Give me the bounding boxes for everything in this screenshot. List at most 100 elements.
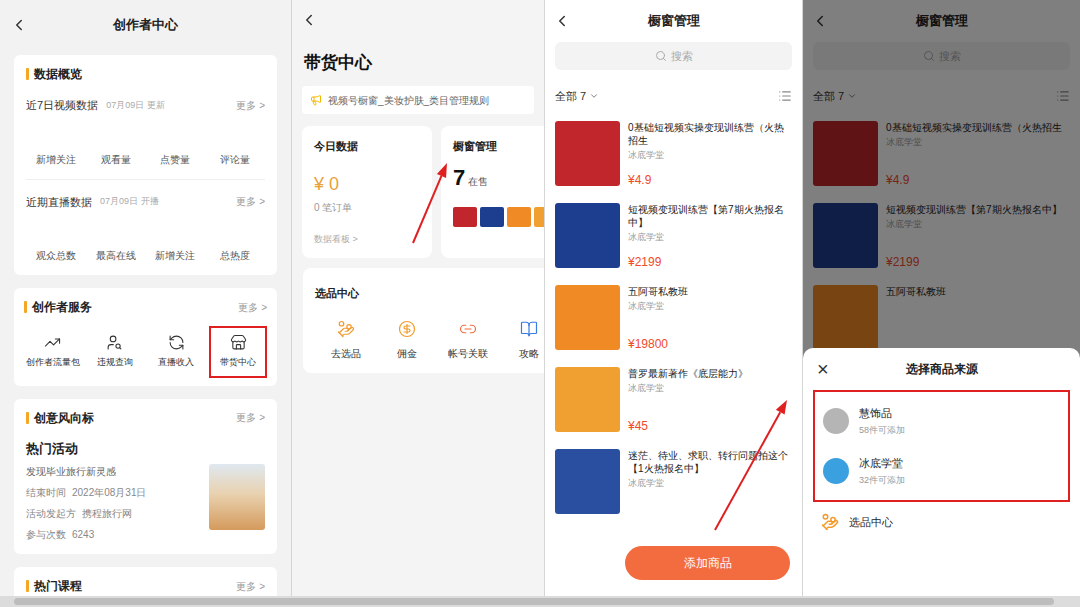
- annotation-arrows-icon: [0, 0, 1080, 607]
- notice-text: 视频号橱窗_美妆护肤_类目管理规则: [328, 93, 489, 108]
- selection-label: 帐号关联: [448, 346, 488, 361]
- source-count: 32件可添加: [859, 474, 905, 488]
- source-avatar: [823, 408, 849, 434]
- card-header: 创意风向标 更多 >: [26, 409, 265, 427]
- stat-label: 观看量: [86, 152, 146, 167]
- activity-image[interactable]: [209, 464, 265, 530]
- activity-detail: 结束时间2022年08月31日: [26, 485, 147, 500]
- source-item[interactable]: 慧饰品58件可添加: [815, 396, 1068, 446]
- product-price: ¥19800: [628, 335, 792, 353]
- stat-label: 新增关注: [26, 152, 86, 167]
- page-title: 带货中心: [292, 40, 544, 86]
- page-title: 橱窗管理: [581, 11, 766, 31]
- stat-label: 最高在线: [86, 248, 146, 263]
- card-title: 热门课程: [34, 577, 82, 595]
- service-icon: [230, 334, 247, 351]
- chevron-down-icon: [589, 91, 599, 101]
- source-avatar: [823, 458, 849, 484]
- product-title: 短视频变现训练营【第7期火热报名中】: [628, 203, 792, 229]
- card-header: 创作者服务 更多 >: [24, 298, 267, 316]
- selection-item[interactable]: 攻略: [498, 320, 545, 361]
- service-item[interactable]: 创作者流量包: [24, 326, 82, 378]
- scrollbar[interactable]: [0, 596, 1080, 607]
- selection-item[interactable]: 帐号关联: [437, 320, 498, 361]
- product-row[interactable]: 短视频变现训练营【第7期火热报名中】冰底学堂¥2199: [545, 198, 802, 280]
- showcase-card[interactable]: 橱窗管理7在售: [441, 126, 545, 258]
- more-link[interactable]: 更多 >: [238, 300, 267, 315]
- service-item[interactable]: 直播收入: [148, 326, 206, 378]
- product-row[interactable]: 迷茫、待业、求职、转行问题拍这个【1火热报名中】冰底学堂: [545, 444, 802, 526]
- selection-icon: [520, 320, 538, 338]
- title-bar: [24, 301, 27, 313]
- overview-section: 近7日视频数据07月09日 更新更多 >新增关注观看量点赞量评论量: [26, 97, 265, 167]
- add-product-button[interactable]: 添加商品: [625, 546, 790, 580]
- product-row[interactable]: 0基础短视频实操变现训练营（火热招生冰底学堂¥4.9: [545, 116, 802, 198]
- showcase-manager-panel: 橱窗管理搜索全部 7 0基础短视频实操变现训练营（火热招生冰底学堂¥4.9 短视频变…: [545, 0, 803, 596]
- card-title: 今日数据: [314, 138, 420, 155]
- product-thumb: [555, 367, 620, 432]
- product-row[interactable]: 普罗最新著作《底层能力》冰底学堂¥45: [545, 362, 802, 444]
- card-title: 橱窗管理: [453, 138, 545, 155]
- service-item[interactable]: 违规查询: [86, 326, 144, 378]
- selection-item[interactable]: 佣金: [376, 320, 437, 361]
- service-label: 带货中心: [220, 356, 256, 370]
- stat-label: 观众总数: [26, 248, 86, 263]
- service-label: 直播收入: [158, 356, 194, 370]
- product-store: 冰底学堂: [628, 300, 792, 314]
- activity-name[interactable]: 发现毕业旅行新灵感: [26, 464, 147, 479]
- megaphone-icon: [310, 94, 322, 106]
- back-icon[interactable]: [10, 16, 28, 34]
- product-store: 冰底学堂: [628, 382, 792, 396]
- sheet-title: 选择商品来源: [843, 360, 1040, 378]
- title-bar: [26, 68, 29, 80]
- today-card[interactable]: 今日数据¥ 00 笔订单数据看板 >: [302, 126, 432, 258]
- filter-dropdown[interactable]: 全部 7: [555, 88, 599, 105]
- activity-detail: 参与次数6243: [26, 527, 147, 542]
- more-link[interactable]: 更多 >: [236, 410, 265, 425]
- dashboard-link[interactable]: 数据看板 >: [314, 233, 420, 247]
- product-title: 普罗最新著作《底层能力》: [628, 367, 792, 380]
- more-link[interactable]: 更多 >: [236, 194, 265, 209]
- source-item[interactable]: 冰底学堂 32件可添加: [815, 446, 1068, 496]
- card-header: 热门课程 更多 >: [26, 577, 265, 595]
- service-icon: [106, 334, 123, 351]
- product-thumb: [555, 121, 620, 186]
- selection-center-item[interactable]: 选品中心: [803, 502, 1080, 542]
- card-header: 数据概览: [26, 65, 265, 83]
- showcase-count: 7: [453, 167, 465, 189]
- section-date: 07月09日 更新: [106, 99, 165, 113]
- selection-card: 选品中心去选品佣金帐号关联攻略: [303, 268, 545, 373]
- product-store: 冰底学堂: [628, 477, 792, 491]
- close-button[interactable]: ×: [803, 359, 843, 379]
- search-field[interactable]: 搜索: [555, 42, 792, 70]
- back-icon[interactable]: [553, 12, 571, 30]
- notice-bar[interactable]: 视频号橱窗_美妆护肤_类目管理规则: [302, 86, 534, 114]
- section-label: 近7日视频数据: [26, 97, 98, 114]
- list-view-icon[interactable]: [778, 89, 792, 103]
- selection-label: 佣金: [397, 346, 417, 361]
- search-placeholder: 搜索: [671, 48, 693, 65]
- selection-icon: [337, 320, 355, 338]
- services-card: 创作者服务 更多 > 创作者流量包违规查询直播收入 带货中心: [14, 288, 277, 386]
- search-icon: [655, 50, 667, 62]
- trends-card: 创意风向标更多 >热门活动发现毕业旅行新灵感结束时间2022年08月31日活动发…: [14, 399, 277, 555]
- selection-icon: [398, 320, 416, 338]
- more-link[interactable]: 更多 >: [236, 98, 265, 113]
- source-name: 冰底学堂: [859, 455, 905, 472]
- product-row[interactable]: 五阿哥私教班冰底学堂¥19800: [545, 280, 802, 362]
- scrollbar-thumb[interactable]: [14, 598, 1054, 605]
- product-store: 冰底学堂: [628, 231, 792, 245]
- overview-card: 数据概览近7日视频数据07月09日 更新更多 >新增关注观看量点赞量评论量近期直…: [14, 55, 277, 275]
- card-title: 创意风向标: [34, 409, 94, 427]
- more-link[interactable]: 更多 >: [236, 579, 265, 594]
- courses-card: 热门课程 更多 >: [14, 567, 277, 596]
- back-icon[interactable]: [300, 11, 318, 29]
- activity-detail: 活动发起方携程旅行网: [26, 506, 147, 521]
- service-item[interactable]: 带货中心: [209, 326, 267, 378]
- section-label: 近期直播数据: [26, 194, 92, 211]
- product-thumb: [555, 203, 620, 268]
- product-title: 迷茫、待业、求职、转行问题拍这个【1火热报名中】: [628, 449, 792, 475]
- card-title: 创作者服务: [32, 298, 92, 316]
- selection-item[interactable]: 去选品: [315, 320, 376, 361]
- selection-icon: [821, 513, 839, 531]
